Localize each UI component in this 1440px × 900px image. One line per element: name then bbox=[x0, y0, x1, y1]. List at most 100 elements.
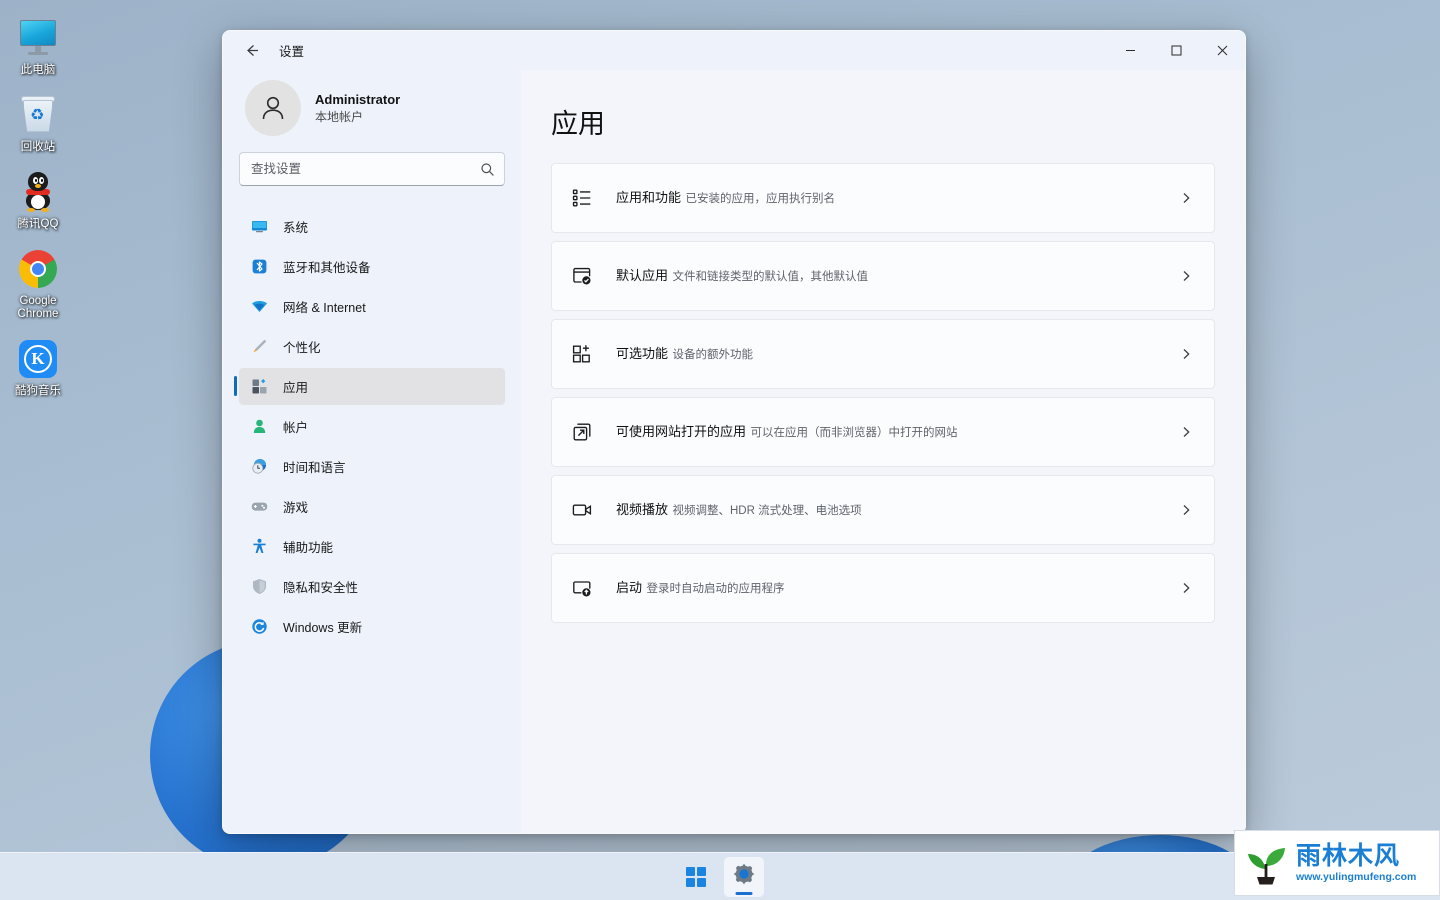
sidebar-item-gaming[interactable]: 游戏 bbox=[239, 488, 505, 525]
sidebar-item-privacy-security[interactable]: 隐私和安全性 bbox=[239, 568, 505, 605]
page-title: 应用 bbox=[551, 109, 605, 139]
sidebar-item-label: 网络 & Internet bbox=[283, 301, 366, 315]
close-button[interactable] bbox=[1199, 31, 1245, 70]
sidebar-item-bluetooth[interactable]: 蓝牙和其他设备 bbox=[239, 248, 505, 285]
start-button[interactable] bbox=[676, 857, 716, 897]
settings-card-startup[interactable]: 启动 登录时自动启动的应用程序 bbox=[551, 553, 1215, 623]
monitor-icon bbox=[16, 16, 60, 60]
window-body: Administrator 本地帐户 查找设置 系统 蓝牙和其他设备 网络 & … bbox=[223, 70, 1245, 833]
desktop-icon-label: 此电脑 bbox=[20, 64, 56, 76]
desktop-icon-this-pc[interactable]: 此电脑 bbox=[0, 8, 76, 77]
kugou-music-icon: K bbox=[16, 337, 60, 381]
system-icon bbox=[250, 218, 268, 236]
desktop[interactable]: 此电脑 ♻ 回收站 腾讯QQ Google Chrome K 酷狗音乐 设置 A… bbox=[0, 0, 1440, 900]
minimize-button[interactable] bbox=[1107, 31, 1153, 70]
app-list-icon bbox=[569, 185, 595, 211]
desktop-icon-group: 此电脑 ♻ 回收站 腾讯QQ Google Chrome K 酷狗音乐 bbox=[0, 8, 76, 406]
sidebar-item-label: 蓝牙和其他设备 bbox=[283, 261, 371, 275]
sidebar-item-label: 应用 bbox=[283, 381, 309, 395]
card-subtitle: 文件和链接类型的默认值，其他默认值 bbox=[672, 271, 868, 283]
chevron-right-icon bbox=[1176, 422, 1196, 442]
account-block[interactable]: Administrator 本地帐户 bbox=[239, 70, 505, 152]
settings-card-apps-for-websites[interactable]: 可使用网站打开的应用 可以在应用（而非浏览器）中打开的网站 bbox=[551, 397, 1215, 467]
card-subtitle: 设备的额外功能 bbox=[672, 349, 753, 361]
sidebar-item-label: 隐私和安全性 bbox=[283, 581, 359, 595]
privacy-shield-icon bbox=[250, 578, 268, 596]
desktop-icon-label: 腾讯QQ bbox=[17, 218, 59, 230]
recycle-bin-icon: ♻ bbox=[16, 93, 60, 137]
apps-icon bbox=[250, 378, 268, 396]
card-title: 默认应用 bbox=[616, 268, 669, 283]
card-subtitle: 视频调整、HDR 流式处理、电池选项 bbox=[672, 505, 862, 517]
settings-card-apps-features[interactable]: 应用和功能 已安装的应用，应用执行别名 bbox=[551, 163, 1215, 233]
search-box[interactable] bbox=[239, 152, 505, 186]
default-apps-check-icon bbox=[569, 263, 595, 289]
account-name: Administrator bbox=[315, 91, 401, 107]
sidebar-item-network[interactable]: 网络 & Internet bbox=[239, 288, 505, 325]
accounts-icon bbox=[250, 418, 268, 436]
active-indicator bbox=[234, 376, 237, 396]
card-title: 视频播放 bbox=[616, 502, 669, 517]
settings-window: 设置 Administrator 本地帐户 查找设置 系统 蓝牙和其他设备 网络… bbox=[222, 30, 1246, 834]
sidebar-item-label: 系统 bbox=[283, 221, 309, 235]
network-wifi-icon bbox=[250, 298, 268, 316]
maximize-button[interactable] bbox=[1153, 31, 1199, 70]
chevron-right-icon bbox=[1176, 188, 1196, 208]
windows-logo-icon bbox=[686, 866, 706, 887]
sidebar-item-label: 个性化 bbox=[283, 341, 321, 355]
startup-apps-icon bbox=[569, 575, 595, 601]
settings-card-video-playback[interactable]: 视频播放 视频调整、HDR 流式处理、电池选项 bbox=[551, 475, 1215, 545]
sidebar-item-apps[interactable]: 应用 bbox=[234, 368, 505, 405]
card-title: 可使用网站打开的应用 bbox=[616, 424, 747, 439]
search-input[interactable] bbox=[239, 152, 505, 186]
personalization-icon bbox=[250, 338, 268, 356]
chrome-icon bbox=[16, 247, 60, 291]
bluetooth-icon bbox=[250, 258, 268, 276]
taskbar-active-indicator bbox=[735, 891, 753, 895]
sidebar-item-time-language[interactable]: 时间和语言 bbox=[239, 448, 505, 485]
card-title: 可选功能 bbox=[616, 346, 669, 361]
card-title: 应用和功能 bbox=[616, 190, 682, 205]
sidebar-item-system[interactable]: 系统 bbox=[239, 208, 505, 245]
sidebar-item-accounts[interactable]: 帐户 bbox=[239, 408, 505, 445]
settings-card-optional-features[interactable]: 可选功能 设备的额外功能 bbox=[551, 319, 1215, 389]
settings-card-default-apps[interactable]: 默认应用 文件和链接类型的默认值，其他默认值 bbox=[551, 241, 1215, 311]
desktop-icon-tencent-qq[interactable]: 腾讯QQ bbox=[0, 162, 76, 231]
gaming-icon bbox=[250, 498, 268, 516]
sidebar-item-personalization[interactable]: 个性化 bbox=[239, 328, 505, 365]
sidebar-item-label: Windows 更新 bbox=[283, 621, 363, 635]
watermark-url: www.yulingmufeng.com bbox=[1296, 871, 1417, 883]
sprout-logo-icon bbox=[1245, 841, 1287, 885]
search-icon[interactable] bbox=[475, 157, 499, 181]
desktop-icon-recycle-bin[interactable]: ♻ 回收站 bbox=[0, 85, 76, 154]
sidebar-item-label: 帐户 bbox=[283, 421, 309, 435]
sidebar-item-label: 辅助功能 bbox=[283, 541, 334, 555]
chevron-right-icon bbox=[1176, 500, 1196, 520]
sidebar-item-accessibility[interactable]: 辅助功能 bbox=[239, 528, 505, 565]
window-titlebar: 设置 bbox=[223, 31, 1245, 70]
desktop-icon-google-chrome[interactable]: Google Chrome bbox=[0, 239, 76, 321]
accessibility-icon bbox=[250, 538, 268, 556]
card-subtitle: 可以在应用（而非浏览器）中打开的网站 bbox=[750, 427, 958, 439]
card-subtitle: 登录时自动启动的应用程序 bbox=[646, 583, 785, 595]
desktop-icon-label: 酷狗音乐 bbox=[15, 385, 61, 397]
settings-taskbar-button[interactable] bbox=[724, 856, 764, 897]
video-playback-camera-icon bbox=[569, 497, 595, 523]
window-controls bbox=[1107, 31, 1245, 70]
sidebar-item-windows-update[interactable]: Windows 更新 bbox=[239, 608, 505, 645]
time-language-icon bbox=[250, 458, 268, 476]
gear-icon bbox=[732, 862, 756, 891]
taskbar[interactable] bbox=[0, 852, 1440, 900]
window-title: 设置 bbox=[279, 45, 305, 59]
back-button[interactable] bbox=[235, 35, 267, 67]
qq-penguin-icon bbox=[16, 170, 60, 214]
chevron-right-icon bbox=[1176, 266, 1196, 286]
settings-card-list: 应用和功能 已安装的应用，应用执行别名 默认应用 文件和链接类型的默认值，其他默… bbox=[551, 163, 1215, 623]
sidebar-nav-list: 系统 蓝牙和其他设备 网络 & Internet 个性化 应用 帐户 时间和语言… bbox=[234, 208, 505, 645]
account-subtitle: 本地帐户 bbox=[315, 109, 364, 124]
desktop-icon-kugou-music[interactable]: K 酷狗音乐 bbox=[0, 329, 76, 398]
sidebar-item-label: 游戏 bbox=[283, 501, 309, 515]
windows-update-icon bbox=[250, 618, 268, 636]
desktop-icon-label: Google Chrome bbox=[17, 295, 59, 320]
desktop-icon-label: 回收站 bbox=[20, 141, 56, 153]
